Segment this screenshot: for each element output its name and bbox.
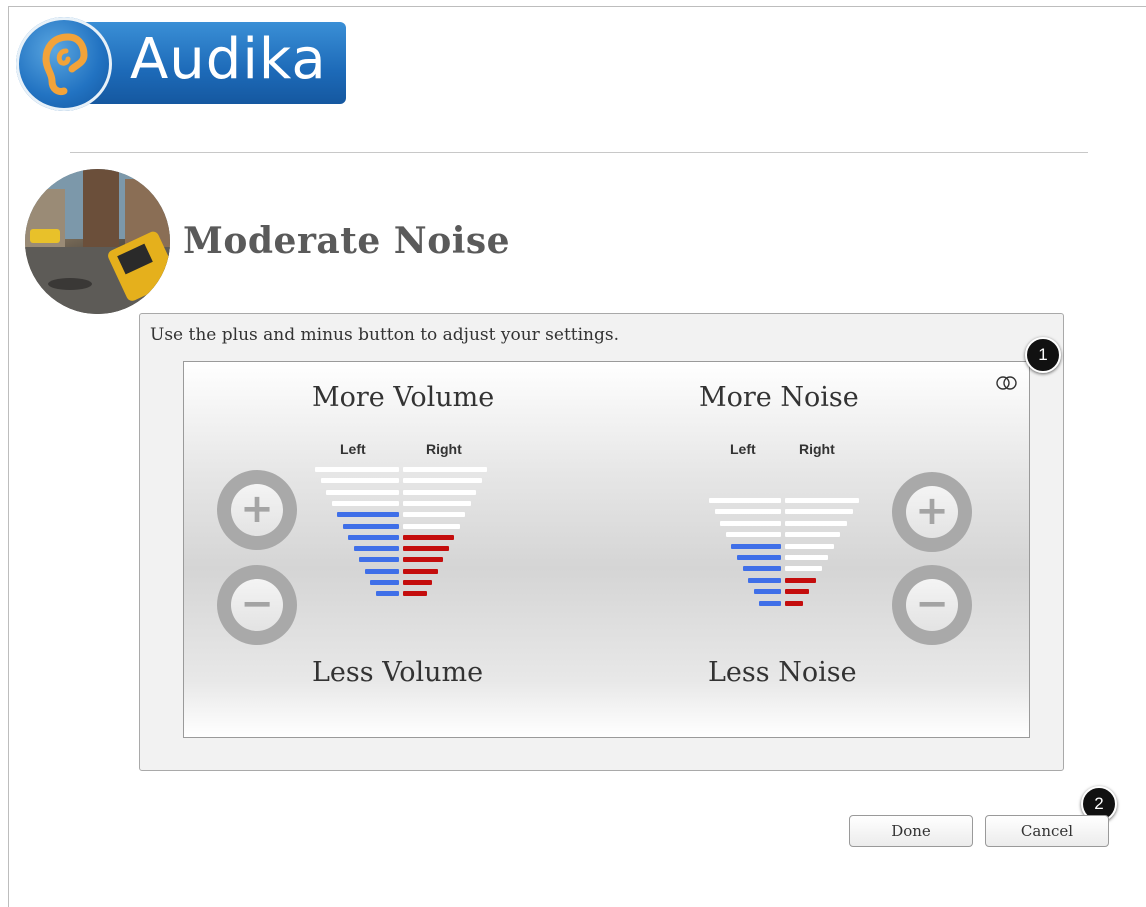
volume-right-bar <box>403 534 454 540</box>
logo-ear-badge <box>16 17 112 111</box>
noise-right-bar <box>785 566 822 572</box>
street-scene-illustration <box>25 169 170 314</box>
page-title: Moderate Noise <box>183 220 511 262</box>
callout-marker-1: 1 <box>1025 337 1061 373</box>
noise-right-bar <box>785 543 835 549</box>
noise-minus-disc: − <box>906 579 958 631</box>
volume-left-bar <box>370 580 399 585</box>
noise-right-bar <box>785 520 847 526</box>
noise-right-bar <box>785 589 810 595</box>
volume-right-label: Right <box>426 441 462 457</box>
noise-left-bar <box>742 566 781 572</box>
volume-left-bar <box>348 534 399 540</box>
link-rings-icon[interactable] <box>994 375 1020 391</box>
volume-right-bar <box>403 546 449 552</box>
volume-left-bar <box>359 557 399 563</box>
noise-left-bar <box>748 577 781 583</box>
settings-panel: Use the plus and minus button to adjust … <box>139 313 1064 771</box>
volume-right-bar <box>403 580 432 585</box>
scene-avatar <box>25 169 170 314</box>
minus-icon: − <box>915 581 949 627</box>
instruction-text: Use the plus and minus button to adjust … <box>150 325 620 345</box>
minus-icon: − <box>240 581 274 627</box>
noise-left-bar <box>759 600 781 606</box>
volume-right-bar <box>403 557 443 563</box>
noise-left-bar <box>709 498 781 503</box>
less-volume-label: Less Volume <box>312 657 484 688</box>
more-noise-label: More Noise <box>699 382 859 413</box>
noise-right-bar <box>785 532 841 538</box>
done-button[interactable]: Done <box>849 815 973 847</box>
volume-left-bar <box>337 512 399 518</box>
plus-icon: + <box>915 488 949 534</box>
noise-left-bar <box>720 520 781 526</box>
plus-icon: + <box>240 486 274 532</box>
ear-icon <box>42 33 88 95</box>
noise-plus-button[interactable]: + <box>892 472 972 552</box>
brand-name: Audika <box>130 27 327 92</box>
noise-left-bar <box>753 589 781 595</box>
volume-left-bar <box>375 591 399 597</box>
volume-right-bar <box>403 500 471 506</box>
noise-plus-disc: + <box>906 486 958 538</box>
volume-right-bar <box>403 568 438 574</box>
volume-left-bar <box>364 568 399 574</box>
more-volume-label: More Volume <box>312 382 495 413</box>
volume-left-bar <box>326 489 399 495</box>
volume-plus-disc: + <box>231 484 283 536</box>
noise-right-bar <box>785 600 804 606</box>
volume-left-bar <box>342 523 399 529</box>
volume-left-bar <box>353 546 399 552</box>
cancel-button[interactable]: Cancel <box>985 815 1109 847</box>
volume-left-bar <box>331 500 399 506</box>
noise-right-bar <box>785 577 816 583</box>
header-divider <box>70 152 1088 153</box>
noise-minus-button[interactable]: − <box>892 565 972 645</box>
less-noise-label: Less Noise <box>708 657 857 688</box>
noise-right-bar <box>785 498 859 503</box>
noise-right-bar <box>785 509 853 515</box>
volume-right-bar <box>403 591 427 597</box>
noise-left-bar <box>725 532 781 538</box>
volume-right-bar <box>403 489 476 495</box>
volume-minus-disc: − <box>231 579 283 631</box>
noise-left-bar <box>737 555 781 560</box>
adjustment-area: More Volume Left Right Less Volume + − M… <box>183 361 1030 738</box>
audika-logo: Audika <box>16 17 346 111</box>
volume-right-bar <box>403 523 460 529</box>
volume-right-bar <box>403 467 487 472</box>
noise-right-label: Right <box>799 441 835 457</box>
volume-plus-button[interactable]: + <box>217 470 297 550</box>
volume-left-label: Left <box>340 441 366 457</box>
volume-right-bar <box>403 478 482 484</box>
volume-left-bar <box>315 467 399 472</box>
volume-minus-button[interactable]: − <box>217 565 297 645</box>
volume-left-bar <box>320 478 399 484</box>
noise-left-bar <box>714 509 781 515</box>
noise-left-label: Left <box>730 441 756 457</box>
noise-right-bar <box>785 555 828 560</box>
noise-left-bar <box>731 543 781 549</box>
volume-right-bar <box>403 512 465 518</box>
